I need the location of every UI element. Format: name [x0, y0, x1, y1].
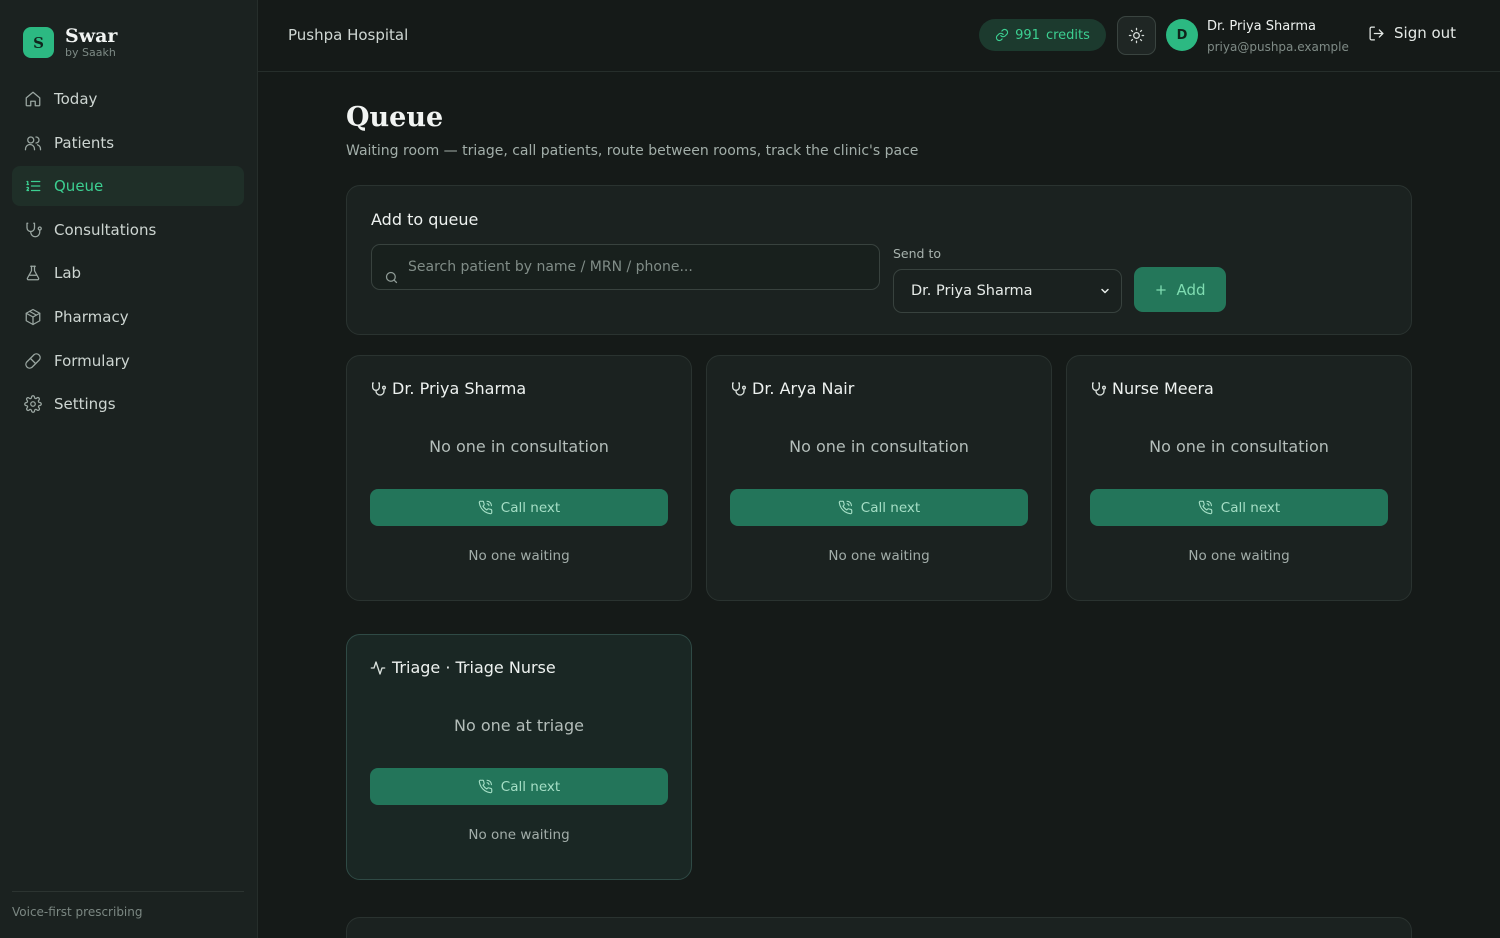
sidebar-item-settings[interactable]: Settings [12, 384, 244, 424]
room-name: Dr. Arya Nair [752, 379, 855, 398]
pill-icon [24, 352, 42, 370]
credits-badge[interactable]: 991 credits [979, 19, 1106, 51]
sign-out-label: Sign out [1394, 24, 1457, 42]
send-to-value: Dr. Priya Sharma [911, 283, 1033, 299]
call-next-button[interactable]: Call next [370, 768, 668, 805]
add-button-label: Add [1176, 280, 1206, 299]
call-next-button[interactable]: Call next [730, 489, 1028, 526]
room-name: Dr. Priya Sharma [392, 379, 527, 398]
sidebar-item-formulary[interactable]: Formulary [12, 341, 244, 381]
add-to-queue-card: Add to queue Send to Dr. Priya Sharma Ad… [346, 185, 1412, 335]
room-status: No one in consultation [429, 437, 609, 456]
stethoscope-icon [370, 381, 386, 397]
gear-icon [24, 395, 42, 413]
phone-call-icon [478, 500, 493, 515]
sidebar-item-label: Queue [54, 177, 104, 196]
sidebar-item-label: Formulary [54, 351, 130, 370]
user-info: Dr. Priya Sharma priya@pushpa.example [1207, 18, 1349, 56]
room-card: Nurse Meera No one in consultation Call … [1066, 355, 1412, 601]
call-next-label: Call next [500, 499, 561, 516]
page-subtitle: Waiting room — triage, call patients, ro… [346, 143, 919, 159]
room-name: Triage · Triage Nurse [392, 658, 556, 677]
stethoscope-icon [730, 381, 746, 397]
link-icon [995, 28, 1009, 42]
users-icon [24, 134, 42, 152]
stethoscope-icon [1090, 381, 1106, 397]
sign-out-button[interactable]: Sign out [1368, 24, 1456, 42]
logout-icon [1368, 25, 1385, 42]
add-to-queue-title: Add to queue [371, 210, 479, 229]
user-email: priya@pushpa.example [1207, 40, 1349, 54]
sidebar-item-today[interactable]: Today [12, 79, 244, 119]
sidebar-item-label: Today [54, 90, 98, 108]
sidebar-item-pharmacy[interactable]: Pharmacy [12, 297, 244, 337]
room-status: No one in consultation [789, 437, 969, 456]
sidebar-item-label: Settings [54, 395, 116, 414]
brand[interactable]: S Swar by Saakh [23, 26, 117, 59]
sidebar-footer: Voice-first prescribing [12, 891, 244, 938]
room-card: Dr. Priya Sharma No one in consultation … [346, 355, 692, 601]
waiting-status: No one waiting [468, 548, 570, 564]
sidebar-item-queue[interactable]: Queue [12, 166, 244, 207]
sidebar: S Swar by Saakh Today Patients Queue Con… [0, 0, 258, 938]
call-next-label: Call next [500, 778, 561, 795]
sidebar-item-consultations[interactable]: Consultations [12, 210, 244, 250]
page-title: Queue [346, 102, 444, 133]
sun-icon [1128, 27, 1145, 44]
waiting-status: No one waiting [468, 827, 570, 843]
theme-toggle-button[interactable] [1117, 16, 1156, 55]
activity-icon [370, 660, 386, 676]
sidebar-item-label: Pharmacy [54, 307, 129, 326]
add-to-queue-button[interactable]: Add [1134, 267, 1226, 312]
sidebar-item-lab[interactable]: Lab [12, 253, 244, 293]
home-icon [24, 90, 42, 108]
search-icon [384, 270, 399, 285]
room-card: Dr. Arya Nair No one in consultation Cal… [706, 355, 1052, 601]
call-next-label: Call next [860, 499, 921, 516]
flask-icon [24, 264, 42, 282]
room-name: Nurse Meera [1112, 379, 1214, 398]
call-next-button[interactable]: Call next [370, 489, 668, 526]
room-status: No one at triage [454, 716, 584, 735]
phone-call-icon [478, 779, 493, 794]
sidebar-item-patients[interactable]: Patients [12, 123, 244, 163]
credits-label: credits [1045, 27, 1090, 43]
plus-icon [1154, 283, 1168, 297]
package-icon [24, 308, 42, 326]
send-to-label: Send to [893, 246, 942, 261]
patient-search-input[interactable] [408, 253, 868, 281]
credits-value: 991 [1015, 27, 1040, 43]
sidebar-item-label: Lab [54, 264, 82, 283]
phone-call-icon [1198, 500, 1213, 515]
user-name: Dr. Priya Sharma [1207, 19, 1316, 34]
list-ordered-icon [24, 177, 42, 195]
send-to-select[interactable]: Dr. Priya Sharma [893, 269, 1122, 313]
hospital-name: Pushpa Hospital [288, 26, 409, 44]
sidebar-item-label: Consultations [54, 220, 157, 239]
top-header: Pushpa Hospital 991 credits D Dr. Priya … [258, 0, 1500, 72]
patient-search-field [371, 244, 880, 290]
call-next-label: Call next [1220, 499, 1281, 516]
sidebar-item-label: Patients [54, 133, 115, 152]
brand-sub: by Saakh [65, 46, 116, 59]
brand-name: Swar [65, 25, 118, 47]
triage-card: Triage · Triage Nurse No one at triage C… [346, 634, 692, 880]
sidebar-nav: Today Patients Queue Consultations Lab P… [12, 79, 244, 428]
room-status: No one in consultation [1149, 437, 1329, 456]
avatar[interactable]: D [1166, 19, 1198, 51]
call-next-button[interactable]: Call next [1090, 489, 1388, 526]
brand-logo: S [23, 27, 54, 58]
phone-call-icon [838, 500, 853, 515]
chevron-down-icon [1099, 285, 1111, 297]
waiting-status: No one waiting [828, 548, 930, 564]
bottom-card [346, 917, 1412, 938]
waiting-status: No one waiting [1188, 548, 1290, 564]
stethoscope-icon [24, 221, 42, 239]
